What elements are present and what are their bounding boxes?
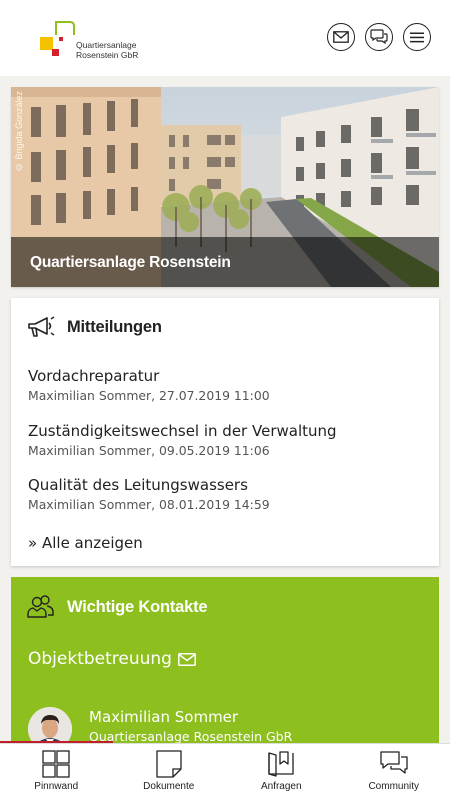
tab-pinnwand[interactable]: Pinnwand [0, 744, 113, 800]
menu-button[interactable] [403, 23, 431, 51]
news-item-title: Qualität des Leitungswassers [28, 476, 248, 494]
grid-icon [42, 750, 70, 778]
contacts-heading: Wichtige Kontakte [67, 597, 208, 616]
tab-dokumente[interactable]: Dokumente [113, 744, 226, 800]
app-header: Quartiersanlage Rosenstein GbR [0, 0, 450, 76]
double-chevron-right-icon: » [28, 534, 38, 552]
tab-label: Pinnwand [34, 781, 79, 792]
contact-organization: Quartiersanlage Rosenstein GbR [89, 729, 293, 744]
messages-button[interactable] [327, 23, 355, 51]
tab-label: Anfragen [260, 781, 302, 792]
mail-icon [333, 31, 349, 43]
bottom-tab-bar: Pinnwand Dokumente Anfragen Community [0, 743, 450, 800]
contacts-card-header: Wichtige Kontakte [27, 595, 208, 619]
tab-label: Dokumente [143, 781, 195, 792]
news-card: Mitteilungen Vordachreparatur Maximilian… [11, 298, 439, 566]
tab-label: Community [368, 781, 420, 792]
menu-icon [410, 32, 424, 42]
photo-credit: © Brigida González [14, 91, 24, 173]
news-item-meta: Maximilian Sommer, 27.07.2019 11:00 [28, 388, 270, 403]
hero-banner[interactable]: © Brigida González Quartiersanlage Rosen… [11, 87, 439, 287]
chat-icon [370, 29, 388, 45]
news-list: Vordachreparatur Maximilian Sommer, 27.0… [28, 366, 423, 530]
tab-anfragen[interactable]: Anfragen [225, 744, 338, 800]
news-item-title: Vordachreparatur [28, 367, 160, 385]
envelope-icon [178, 652, 196, 666]
community-chat-icon [380, 751, 408, 774]
megaphone-icon [28, 316, 55, 337]
tab-community[interactable]: Community [338, 744, 450, 800]
chat-button[interactable] [365, 23, 393, 51]
show-all-link[interactable]: » Alle anzeigen [28, 534, 143, 552]
section-label: Objektbetreuung [28, 649, 172, 669]
news-item[interactable]: Vordachreparatur Maximilian Sommer, 27.0… [28, 366, 423, 421]
news-item-title: Zuständigkeitswechsel in der Verwaltung [28, 421, 337, 440]
news-card-header: Mitteilungen [27, 316, 162, 338]
news-item[interactable]: Qualität des Leitungswassers Maximilian … [28, 475, 423, 530]
news-item[interactable]: Zuständigkeitswechsel in der Verwaltung … [28, 421, 423, 476]
contacts-card: Wichtige Kontakte Objektbetreuung Maximi… [11, 577, 439, 751]
document-icon [156, 750, 182, 778]
hero-title: Quartiersanlage Rosenstein [30, 254, 231, 271]
people-icon [27, 595, 54, 618]
logo-line-2: Rosenstein GbR [76, 50, 139, 60]
news-item-meta: Maximilian Sommer, 08.01.2019 14:59 [28, 497, 270, 512]
news-item-meta: Maximilian Sommer, 09.05.2019 11:06 [28, 442, 270, 458]
contact-name: Maximilian Sommer [89, 708, 239, 726]
inbox-icon [268, 751, 294, 777]
news-heading: Mitteilungen [67, 317, 162, 336]
logo-text: Quartiersanlage Rosenstein GbR [76, 40, 138, 60]
show-all-label: Alle anzeigen [41, 534, 143, 552]
logo-line-1: Quartiersanlage [76, 40, 137, 50]
section-objektbetreuung[interactable]: Objektbetreuung [28, 649, 196, 669]
